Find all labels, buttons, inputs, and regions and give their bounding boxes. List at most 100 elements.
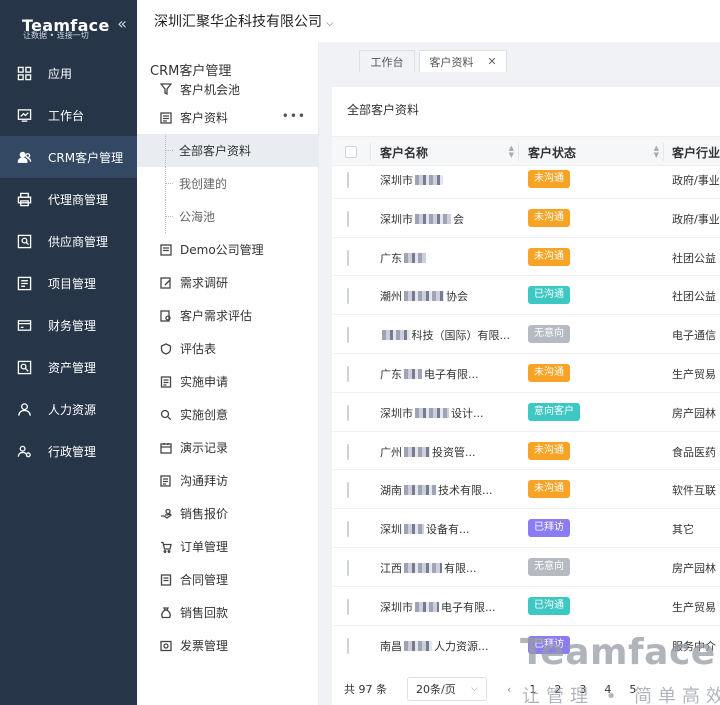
row-checkbox[interactable] (347, 637, 349, 654)
table-row[interactable]: 南昌 人力资源... 已拜访 服务中介 (332, 626, 720, 657)
customer-name-cell[interactable]: 深圳市 设计... (380, 405, 510, 421)
prev-page-icon[interactable]: ‹ (507, 683, 511, 696)
industry-cell: 房产园林 (672, 406, 716, 420)
nav-item-supplier[interactable]: 供应商管理 (0, 220, 137, 262)
table-row[interactable]: 广州 投资管... 未沟通 食品医药 (332, 432, 720, 471)
nav-item-admin[interactable]: 行政管理 (0, 430, 137, 472)
customer-name-cell[interactable]: 湖南 技术有限... (380, 482, 510, 498)
customer-name-cell[interactable]: 深圳市 (380, 172, 510, 188)
users-icon (16, 149, 32, 165)
sub-item-orders[interactable]: 订单管理 (137, 530, 318, 563)
sub-item-customer-data[interactable]: 客户资料 ••• (137, 101, 318, 134)
row-checkbox[interactable] (347, 598, 349, 615)
nav-item-agent[interactable]: 代理商管理 (0, 178, 137, 220)
customer-name-cell[interactable]: 广州 投资管... (380, 444, 510, 460)
column-header-industry[interactable]: 客户行业 (672, 137, 720, 167)
status-cell: 已沟通 (528, 596, 570, 615)
table-row[interactable]: 湖南 技术有限... 未沟通 软件互联 (332, 470, 720, 510)
page-5[interactable]: 5 (629, 683, 636, 696)
row-checkbox[interactable] (347, 404, 349, 421)
table-row[interactable]: 江西 有限... 无意向 房产园林 (332, 548, 720, 587)
redacted-block (415, 407, 449, 418)
table-row[interactable]: 深圳市 未沟通 政府/事业 (332, 167, 720, 199)
row-checkbox[interactable] (347, 482, 349, 499)
column-header-status[interactable]: 客户状态 ▲ ▼ (528, 137, 663, 167)
company-switcher[interactable]: 深圳汇聚华企科技有限公司 ⌵ (154, 11, 334, 31)
page-2[interactable]: 2 (554, 683, 561, 696)
page-1[interactable]: 1 (529, 683, 536, 696)
sort-icon[interactable]: ▲ ▼ (509, 145, 514, 159)
column-header-name[interactable]: 客户名称 ▲ ▼ (380, 137, 518, 167)
nav-item-asset[interactable]: 资产管理 (0, 346, 137, 388)
page-3[interactable]: 3 (579, 683, 586, 696)
nav-item-hr[interactable]: 人力资源 (0, 388, 137, 430)
table-row[interactable]: 广东 电子有限... 未沟通 生产贸易 (332, 354, 720, 393)
sort-icon[interactable]: ▲ ▼ (654, 145, 659, 159)
more-icon[interactable]: ••• (282, 109, 306, 123)
tab-workbench[interactable]: 工作台 (359, 50, 415, 72)
sub-item-research[interactable]: 需求调研 (137, 266, 318, 299)
sub-item-implement-idea[interactable]: 实施创意 (137, 398, 318, 431)
sub-item-opportunity-pool[interactable]: 客户机会池 (137, 77, 318, 101)
row-checkbox[interactable] (347, 172, 349, 188)
customer-name-cell[interactable]: 深圳 设备有... (380, 521, 510, 537)
row-checkbox[interactable] (347, 210, 349, 227)
select-all-checkbox[interactable] (345, 137, 357, 167)
row-checkbox[interactable] (347, 559, 349, 576)
nav-label: 应用 (48, 66, 73, 81)
row-checkbox[interactable] (347, 365, 349, 382)
sub-item-quotation[interactable]: 销售报价 (137, 497, 318, 530)
row-checkbox[interactable] (347, 327, 349, 344)
sub-child-all-customers[interactable]: 全部客户资料 (137, 134, 318, 167)
nav-item-apps[interactable]: 应用 (0, 52, 137, 94)
page-4[interactable]: 4 (604, 683, 611, 696)
row-checkbox[interactable] (347, 443, 349, 460)
table-row[interactable]: 深圳 设备有... 已拜访 其它 (332, 509, 720, 548)
table-row[interactable]: 科技（国际）有限... 无意向 电子通信 (332, 315, 720, 354)
dashboard-icon (16, 107, 32, 123)
table-row[interactable]: 深圳市 设计... 意向客户 房产园林 (332, 393, 720, 432)
customer-name-cell[interactable]: 深圳市 会 (380, 211, 510, 227)
sub-child-created-by-me[interactable]: 我创建的 (137, 167, 318, 200)
sub-item-assessment-form[interactable]: 评估表 (137, 332, 318, 365)
customer-name-cell[interactable]: 广东 (380, 250, 510, 266)
collapse-icon[interactable]: « (117, 14, 127, 33)
row-checkbox[interactable] (347, 521, 349, 538)
nav-item-project[interactable]: 项目管理 (0, 262, 137, 304)
customer-name-cell[interactable]: 潮州 协会 (380, 288, 510, 304)
table-row[interactable]: 深圳市 电子有限... 已沟通 生产贸易 (332, 587, 720, 626)
checkbox-box (347, 249, 349, 266)
sub-child-public-pool[interactable]: 公海池 (137, 200, 318, 233)
checkbox-box (347, 365, 349, 382)
sub-item-contracts[interactable]: 合同管理 (137, 563, 318, 596)
customer-name-cell[interactable]: 深圳市 电子有限... (380, 599, 510, 615)
nav-item-workbench[interactable]: 工作台 (0, 94, 137, 136)
checkbox-box (347, 172, 349, 188)
status-badge: 未沟通 (528, 247, 570, 266)
tab-customer-data[interactable]: 客户资料 ✕ (419, 50, 507, 72)
customer-name-prefix: 潮州 (380, 290, 402, 304)
customer-name-cell[interactable]: 广东 电子有限... (380, 366, 510, 382)
customer-name-cell[interactable]: 江西 有限... (380, 560, 510, 576)
column-divider (518, 143, 519, 161)
close-icon[interactable]: ✕ (487, 55, 496, 68)
customer-name-cell[interactable]: 科技（国际）有限... (380, 327, 510, 343)
customer-name-prefix: 深圳市 (380, 174, 413, 187)
row-checkbox[interactable] (347, 249, 349, 266)
sub-item-demo-record[interactable]: 演示记录 (137, 431, 318, 464)
sub-item-visit[interactable]: 沟通拜访 (137, 464, 318, 497)
row-checkbox[interactable] (347, 288, 349, 305)
table-row[interactable]: 潮州 协会 已沟通 社团公益 (332, 276, 720, 316)
invoice-icon (160, 640, 172, 652)
page-size-select[interactable]: 20条/页 ⌵ (407, 677, 487, 701)
sub-item-payment[interactable]: 销售回款 (137, 596, 318, 629)
sub-item-implement-apply[interactable]: 实施申请 (137, 365, 318, 398)
nav-item-crm[interactable]: CRM客户管理 (0, 136, 137, 178)
table-row[interactable]: 深圳市 会 未沟通 政府/事业 (332, 199, 720, 238)
customer-name-cell[interactable]: 南昌 人力资源... (380, 638, 510, 654)
sub-item-assessment[interactable]: 客户需求评估 (137, 299, 318, 332)
nav-item-finance[interactable]: 财务管理 (0, 304, 137, 346)
table-row[interactable]: 广东 未沟通 社团公益 (332, 238, 720, 277)
sub-item-invoice[interactable]: 发票管理 (137, 629, 318, 662)
sub-item-demo-company[interactable]: Demo公司管理 (137, 233, 318, 266)
